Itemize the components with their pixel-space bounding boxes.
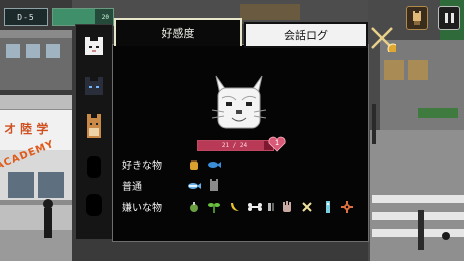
- fish-bone-icon: [187, 179, 201, 193]
- tab-conversation-log-label: 会話ログ: [284, 29, 328, 42]
- tab-affection-label: 好感度: [161, 27, 195, 40]
- magnet-icon: [264, 200, 278, 214]
- crossed-bones-icon: [300, 200, 314, 214]
- bone-icon: [248, 200, 262, 214]
- silhouette-icon: [87, 156, 101, 178]
- sprout-icon: [207, 200, 221, 214]
- white-cat-icon: [85, 37, 103, 55]
- pause-icon: [444, 13, 448, 23]
- day-indicator: D-5: [4, 8, 48, 26]
- brown-cat-icon: [87, 114, 101, 138]
- white-cat-portrait: [211, 75, 267, 129]
- cat-figure-icon: [207, 179, 221, 193]
- silhouette-icon: [86, 194, 102, 216]
- glove-icon: [280, 200, 294, 214]
- affection-value: 21 / 24: [221, 142, 248, 149]
- banana-icon: [228, 200, 242, 214]
- character-slot-brown-cat[interactable]: [80, 113, 108, 141]
- black-cat-icon: [85, 77, 103, 95]
- tab-affection[interactable]: 好感度: [114, 18, 242, 46]
- candy-icon: [321, 200, 335, 214]
- character-list: [75, 24, 113, 240]
- character-slot-locked-1[interactable]: [80, 153, 108, 181]
- character-slot-locked-2[interactable]: [80, 191, 108, 219]
- liked-items-label: 好きな物: [122, 161, 162, 172]
- normal-items-label: 普通: [122, 182, 142, 193]
- heart-level: 1: [274, 139, 280, 147]
- cat-status-icon[interactable]: [406, 6, 428, 30]
- potion-icon: [187, 200, 201, 214]
- wall-sign: オ 陸 学: [4, 122, 49, 136]
- fish-icon: [207, 158, 221, 172]
- gear-icon: [340, 200, 354, 214]
- disliked-items-label: 嫌いな物: [122, 203, 162, 214]
- pause-button[interactable]: [438, 6, 460, 30]
- money-value: 20: [101, 13, 109, 21]
- honey-jar-icon: [187, 158, 201, 172]
- close-icon[interactable]: [368, 24, 396, 52]
- character-slot-black-cat[interactable]: [80, 73, 108, 101]
- character-slot-white-cat[interactable]: [80, 33, 108, 61]
- tab-conversation-log[interactable]: 会話ログ: [244, 22, 368, 48]
